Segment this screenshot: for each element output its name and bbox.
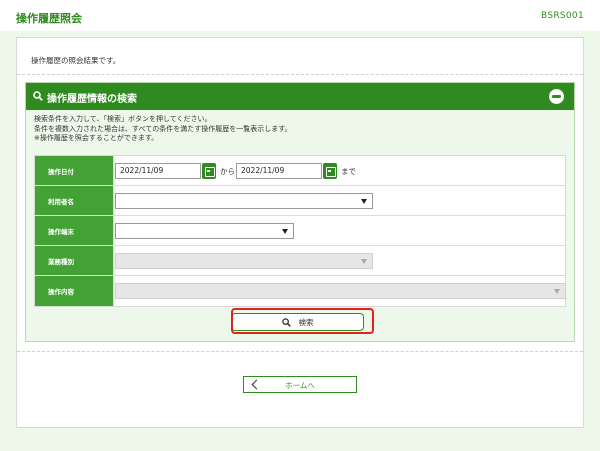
calendar-to-icon[interactable] <box>323 163 337 179</box>
divider <box>17 351 583 352</box>
home-button[interactable]: ホームへ <box>243 376 357 393</box>
business-type-select <box>115 253 373 269</box>
date-from-input[interactable]: 2022/11/09 <box>115 163 201 179</box>
date-to-input[interactable]: 2022/11/09 <box>236 163 322 179</box>
search-icon <box>33 91 43 101</box>
form-row-operation: 操作内容 <box>35 276 566 306</box>
form-row-business-type: 業務種別 <box>35 246 565 276</box>
screen-id: BSRS001 <box>541 11 584 21</box>
date-from-connector: から <box>220 167 235 176</box>
calendar-from-icon[interactable] <box>202 163 216 179</box>
intro-text: 操作履歴の照会結果です。 <box>31 56 121 65</box>
page-title: 操作履歴照会 <box>16 12 82 25</box>
chevron-down-icon <box>554 289 560 294</box>
description-line: 条件を複数入力された場合は、すべての条件を満たす操作履歴を一覧表示します。 <box>34 124 292 133</box>
label-user-name: 利用者名 <box>35 186 114 215</box>
divider <box>17 74 583 75</box>
collapse-button[interactable] <box>549 89 564 104</box>
chevron-down-icon <box>282 229 288 234</box>
label-business-type: 業務種別 <box>35 246 114 275</box>
form-row-user: 利用者名 <box>35 186 565 216</box>
search-form-table: 操作日付 2022/11/09 から 2022/11/09 まで 利用者名 操作… <box>34 155 566 307</box>
search-panel: 操作履歴情報の検索 検索条件を入力して、「検索」ボタンを押してください。 条件を… <box>25 82 575 342</box>
operation-content-select <box>115 283 566 299</box>
panel-description: 検索条件を入力して、「検索」ボタンを押してください。 条件を複数入力された場合は… <box>34 115 292 144</box>
label-terminal: 操作端末 <box>35 216 114 245</box>
chevron-down-icon <box>361 199 367 204</box>
search-button-highlight <box>231 308 374 334</box>
form-row-date: 操作日付 2022/11/09 から 2022/11/09 まで <box>35 156 565 186</box>
panel-header[interactable]: 操作履歴情報の検索 <box>26 83 574 110</box>
description-line: ※操作履歴を照会することができます。 <box>34 134 159 142</box>
page-header: 操作履歴照会 BSRS001 <box>0 0 600 31</box>
date-to-connector: まで <box>341 167 356 176</box>
user-name-select[interactable] <box>115 193 373 209</box>
panel-title: 操作履歴情報の検索 <box>47 94 137 105</box>
label-operation-content: 操作内容 <box>35 276 114 306</box>
chevron-down-icon <box>361 259 367 264</box>
label-operation-date: 操作日付 <box>35 156 114 185</box>
description-line: 検索条件を入力して、「検索」ボタンを押してください。 <box>34 115 212 123</box>
main-card: 操作履歴の照会結果です。 操作履歴情報の検索 検索条件を入力して、「検索」ボタン… <box>16 37 584 428</box>
form-row-terminal: 操作端末 <box>35 216 565 246</box>
home-button-label: ホームへ <box>285 381 315 390</box>
terminal-select[interactable] <box>115 223 294 239</box>
